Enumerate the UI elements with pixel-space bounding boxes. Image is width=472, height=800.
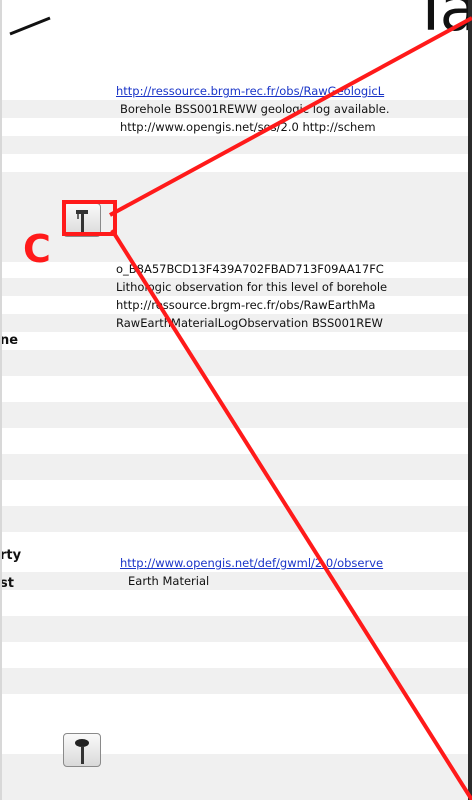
table-row	[0, 350, 468, 376]
property-label: st	[0, 576, 14, 591]
pin-icon	[75, 739, 89, 764]
property-label: rty	[0, 548, 22, 563]
top-strip: Ta	[0, 0, 472, 72]
table-row: http://ressource.brgm-rec.fr/obs/RawEart…	[0, 296, 468, 314]
table-row	[0, 642, 468, 668]
property-value: o_B8A57BCD13F439A702FBAD713F09AA17FC	[116, 262, 384, 276]
table-row	[0, 506, 468, 532]
table-row	[0, 376, 468, 402]
table-row: http://www.opengis.net/sos/2.0 http://sc…	[0, 118, 468, 136]
table-row	[0, 154, 468, 172]
annotation-letter: C	[23, 227, 51, 271]
property-link[interactable]: http://ressource.brgm-rec.fr/obs/RawGeol…	[116, 84, 384, 98]
cropped-heading: Ta	[412, 0, 472, 45]
property-value: http://www.opengis.net/sos/2.0 http://sc…	[120, 120, 376, 134]
cropped-heading-fragment	[9, 16, 51, 36]
annotation-highlight-box	[62, 200, 117, 236]
table-row: RawEarthMaterialLogObservation BSS001REW	[0, 314, 468, 332]
table-row: Borehole BSS001REWW geologic log availab…	[0, 100, 468, 118]
table-row	[0, 480, 468, 506]
table-row	[0, 428, 468, 454]
divider	[0, 0, 2, 800]
property-value: Lithologic observation for this level of…	[116, 280, 388, 294]
table-row: rty http://www.opengis.net/def/gwml/2.0/…	[0, 548, 468, 572]
property-value: http://ressource.brgm-rec.fr/obs/RawEart…	[116, 298, 376, 312]
table-row	[0, 402, 468, 428]
view-observation-button[interactable]	[63, 733, 101, 767]
table-row	[0, 136, 468, 154]
table-row	[0, 616, 468, 642]
scrollbar-edge	[468, 0, 472, 800]
table-row: ne	[0, 332, 468, 350]
property-link[interactable]: http://www.opengis.net/def/gwml/2.0/obse…	[120, 556, 383, 570]
table-row: st Earth Material	[0, 572, 468, 591]
table-row: o_B8A57BCD13F439A702FBAD713F09AA17FC	[0, 260, 468, 278]
property-label: ne	[0, 333, 19, 348]
table-row: http://ressource.brgm-rec.fr/obs/RawGeol…	[0, 82, 468, 100]
table-row	[0, 668, 468, 694]
property-value: Borehole BSS001REWW geologic log availab…	[120, 102, 390, 116]
table-row	[0, 454, 468, 480]
property-value: RawEarthMaterialLogObservation BSS001REW	[116, 316, 383, 330]
table-row	[0, 590, 468, 616]
properties-table: http://ressource.brgm-rec.fr/obs/RawGeol…	[0, 72, 468, 800]
property-value: Earth Material	[128, 574, 210, 588]
table-row: Lithologic observation for this level of…	[0, 278, 468, 296]
